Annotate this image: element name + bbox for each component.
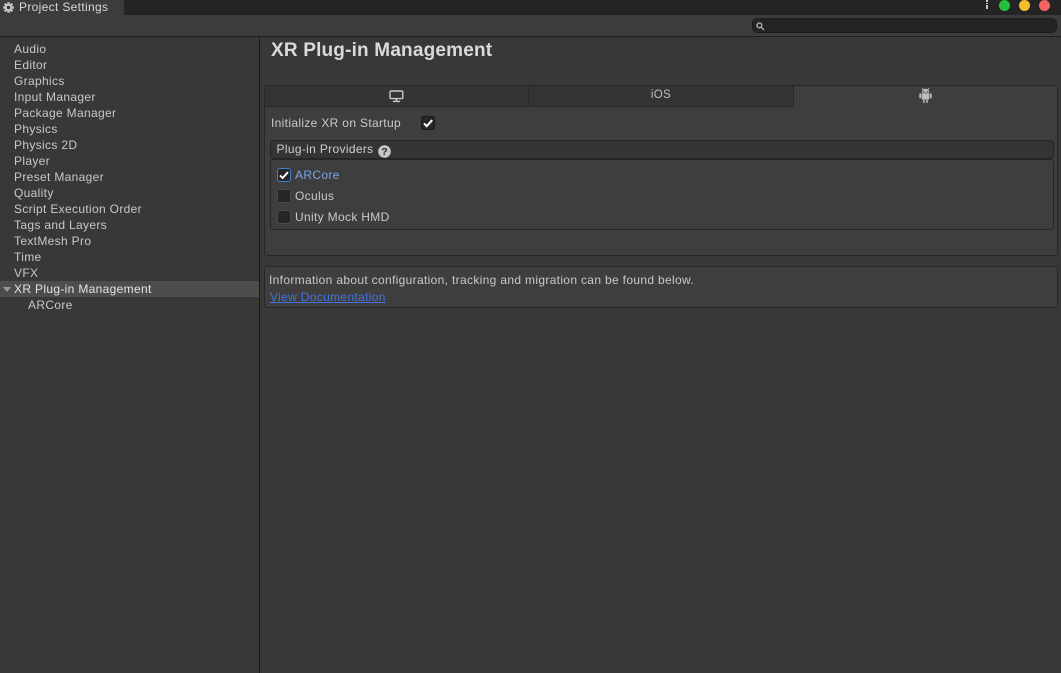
svg-text:?: ? <box>381 146 388 158</box>
